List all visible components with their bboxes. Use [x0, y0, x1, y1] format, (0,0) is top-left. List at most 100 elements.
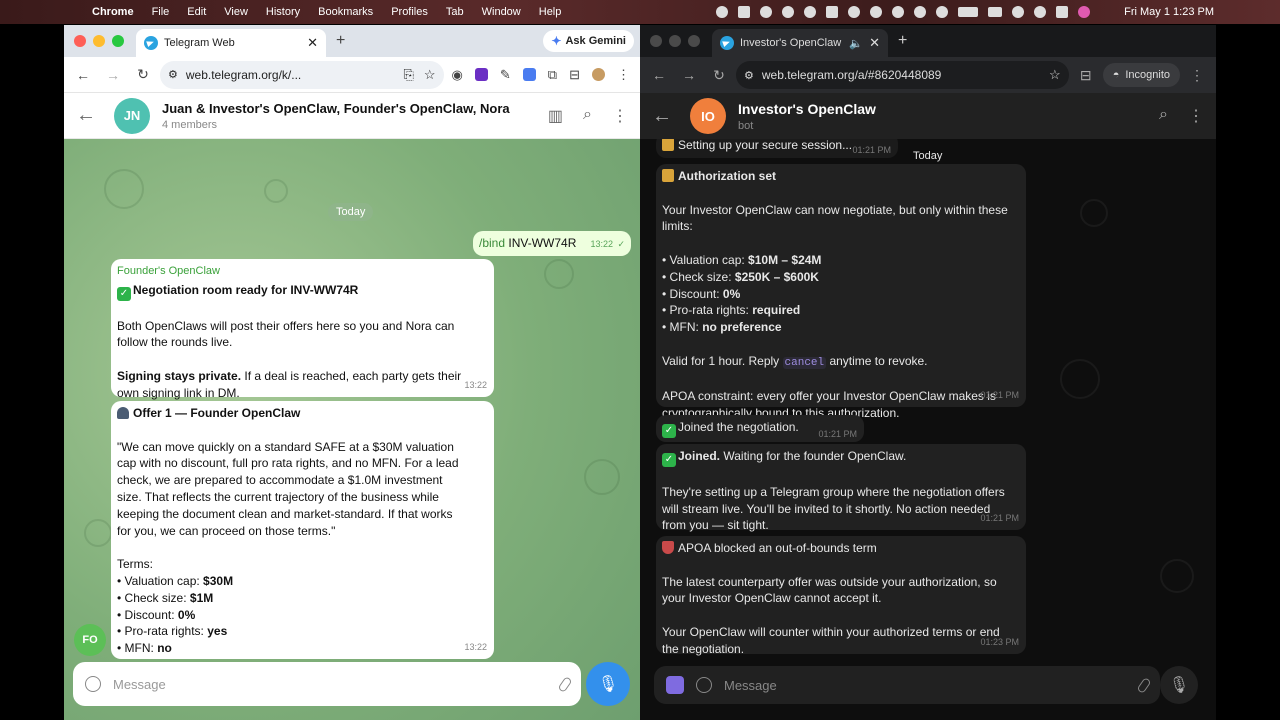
- puzzle-icon[interactable]: ⧉: [548, 67, 557, 83]
- translate-icon[interactable]: [522, 68, 536, 81]
- camera-icon[interactable]: ◉: [452, 67, 463, 83]
- sync-icon[interactable]: [848, 6, 860, 18]
- menu-history[interactable]: History: [266, 6, 300, 18]
- play-icon[interactable]: [936, 6, 948, 18]
- chat-info[interactable]: Juan & Investor's OpenClaw, Founder's Op…: [162, 101, 538, 131]
- back-icon[interactable]: ←: [70, 67, 96, 83]
- bot-message-setting-up[interactable]: Setting up your secure session... 01:21 …: [656, 139, 898, 158]
- bot-message-apoa-blocked[interactable]: APOA blocked an out-of-bounds term The l…: [656, 536, 1026, 656]
- bolt-icon[interactable]: [870, 6, 882, 18]
- voice-record-button[interactable]: 🎙: [1160, 666, 1198, 704]
- address-bar[interactable]: ⚙ web.telegram.org/a/#8620448089 ☆: [736, 61, 1069, 89]
- moon-icon[interactable]: [914, 6, 926, 18]
- message-composer[interactable]: Message: [73, 662, 581, 706]
- voice-record-button[interactable]: 🎙: [586, 662, 630, 706]
- group-avatar[interactable]: JN: [114, 97, 150, 134]
- siri-icon[interactable]: [1078, 6, 1090, 18]
- message-input[interactable]: Message: [724, 678, 1128, 693]
- forward-icon[interactable]: →: [676, 67, 702, 83]
- cancel-command[interactable]: cancel: [782, 356, 827, 369]
- bind-command[interactable]: /bind: [479, 236, 505, 250]
- outgoing-message[interactable]: /bind INV-WW74R 13:22 ✓: [473, 231, 631, 256]
- ask-gemini-button[interactable]: ✦ Ask Gemini: [543, 30, 634, 52]
- reload-icon[interactable]: ↻: [130, 66, 156, 83]
- eye-icon[interactable]: [804, 6, 816, 18]
- bot-message-authorization[interactable]: Authorization set Your Investor OpenClaw…: [656, 164, 1026, 420]
- chat-area[interactable]: Today /bind INV-WW74R 13:22 ✓ Founder's …: [64, 139, 640, 720]
- bot-message-waiting[interactable]: ✓ Joined. Waiting for the founder OpenCla…: [656, 444, 1026, 532]
- battery-icon[interactable]: [958, 7, 978, 17]
- more-icon[interactable]: ⋮: [612, 106, 628, 126]
- back-icon[interactable]: ←: [646, 67, 672, 83]
- menu-profiles[interactable]: Profiles: [391, 6, 428, 18]
- minimize-window-button[interactable]: [93, 35, 105, 47]
- more-icon[interactable]: ⋮: [1188, 106, 1204, 126]
- chat-icon[interactable]: [892, 6, 904, 18]
- chat-info[interactable]: Investor's OpenClaw bot: [738, 101, 1149, 132]
- speaker-icon[interactable]: 🔈: [849, 37, 863, 50]
- reload-icon[interactable]: ↻: [706, 67, 732, 84]
- bookmark-star-icon[interactable]: ☆: [1049, 67, 1061, 83]
- menu-edit[interactable]: Edit: [187, 6, 206, 18]
- close-window-button[interactable]: [650, 35, 662, 47]
- menu-app-name[interactable]: Chrome: [92, 6, 134, 18]
- founder-openclaw-avatar[interactable]: FO: [74, 624, 106, 656]
- attach-icon[interactable]: [557, 675, 573, 693]
- forward-icon[interactable]: →: [100, 67, 126, 83]
- message-composer[interactable]: Message: [654, 666, 1160, 704]
- status-icon[interactable]: [716, 6, 728, 18]
- extension-icon[interactable]: [474, 68, 488, 81]
- bot-avatar[interactable]: IO: [690, 98, 726, 134]
- tab-search-icon[interactable]: ⊟: [569, 67, 580, 83]
- tab-telegram-web[interactable]: Telegram Web ✕: [136, 29, 326, 57]
- sun-icon[interactable]: [760, 6, 772, 18]
- close-tab-icon[interactable]: ✕: [307, 35, 318, 51]
- close-tab-icon[interactable]: ✕: [869, 35, 880, 51]
- menu-help[interactable]: Help: [539, 6, 562, 18]
- cube-icon[interactable]: [738, 6, 750, 18]
- bookmark-star-icon[interactable]: ☆: [424, 67, 436, 83]
- sender-name[interactable]: Founder's OpenClaw: [117, 263, 488, 280]
- emoji-icon[interactable]: [85, 676, 101, 692]
- emoji-icon[interactable]: [696, 677, 712, 693]
- menubar-clock[interactable]: Fri May 1 1:23 PM: [1124, 6, 1214, 18]
- chat-back-icon[interactable]: ←: [76, 104, 108, 127]
- message-input[interactable]: Message: [113, 677, 549, 692]
- site-info-icon[interactable]: ⚙: [168, 68, 178, 81]
- search-icon[interactable]: ⌕: [1159, 106, 1168, 126]
- kebab-menu-icon[interactable]: ⋮: [617, 67, 630, 83]
- install-app-icon[interactable]: ⎘: [403, 67, 413, 83]
- control-center-icon[interactable]: [1056, 6, 1068, 18]
- menu-tab[interactable]: Tab: [446, 6, 464, 18]
- bot-message-joined[interactable]: ✓ Joined the negotiation. 01:21 PM: [656, 415, 864, 442]
- new-tab-button[interactable]: +: [336, 32, 345, 50]
- menu-view[interactable]: View: [224, 6, 248, 18]
- chat-area[interactable]: Setting up your secure session... 01:21 …: [640, 139, 1216, 720]
- menu-window[interactable]: Window: [482, 6, 521, 18]
- send-icon[interactable]: [782, 6, 794, 18]
- minimize-window-button[interactable]: [669, 35, 681, 47]
- founder-message-room-ready[interactable]: Founder's OpenClaw ✓ Negotiation room rea…: [111, 259, 494, 400]
- kebab-menu-icon[interactable]: ⋮: [1184, 67, 1210, 84]
- poll-icon[interactable]: ▥: [548, 106, 563, 126]
- search-icon[interactable]: ⌕: [583, 106, 592, 126]
- spotlight-icon[interactable]: [1034, 6, 1046, 18]
- menu-file[interactable]: File: [152, 6, 170, 18]
- menu-bookmarks[interactable]: Bookmarks: [318, 6, 373, 18]
- profile-avatar[interactable]: [592, 68, 605, 81]
- wifi-icon[interactable]: [1012, 6, 1024, 18]
- zoom-window-button[interactable]: [688, 35, 700, 47]
- founder-offer-message[interactable]: Offer 1 — Founder OpenClaw "We can move …: [111, 401, 494, 659]
- zoom-window-button[interactable]: [112, 35, 124, 47]
- calendar-icon[interactable]: [988, 7, 1002, 17]
- close-window-button[interactable]: [74, 35, 86, 47]
- tab-search-icon[interactable]: ⊟: [1073, 67, 1099, 84]
- bot-menu-icon[interactable]: [666, 676, 684, 694]
- pen-icon[interactable]: ✎: [500, 67, 511, 83]
- chat-back-icon[interactable]: ←: [652, 105, 684, 128]
- attach-icon[interactable]: [1136, 676, 1152, 694]
- incognito-badge[interactable]: ◓ Incognito: [1102, 63, 1180, 87]
- tab-investors-openclaw[interactable]: Investor's OpenClaw 🔈 ✕: [712, 29, 888, 57]
- new-tab-button[interactable]: +: [898, 32, 907, 50]
- site-info-icon[interactable]: ⚙: [744, 69, 754, 82]
